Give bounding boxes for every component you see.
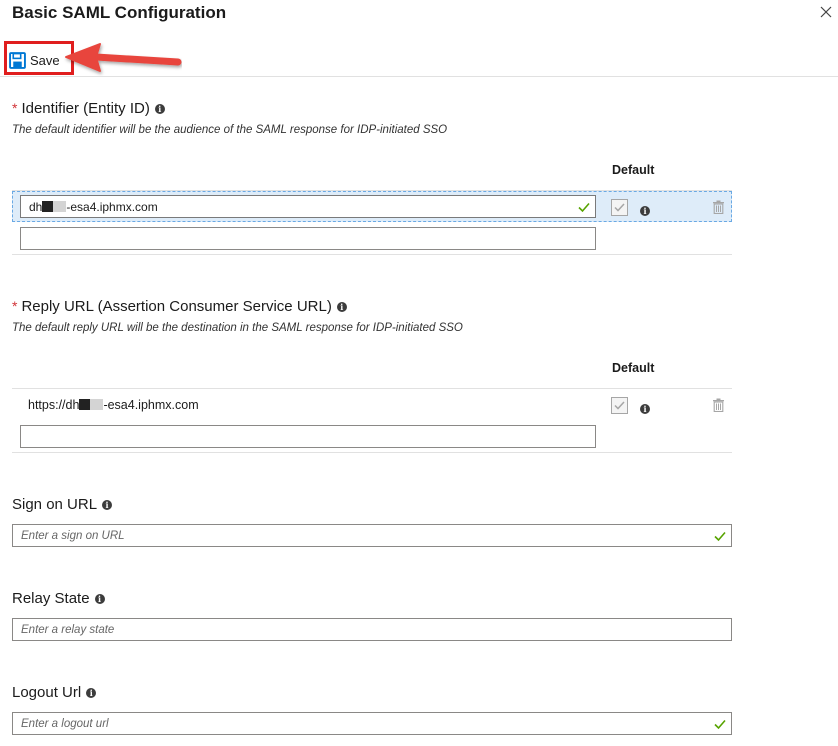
required-marker: * <box>12 298 18 314</box>
annotation-arrow <box>65 43 182 72</box>
identifier-description: The default identifier will be the audie… <box>12 124 448 136</box>
logout-url-placeholder: Enter a logout url <box>21 717 109 730</box>
info-icon[interactable]: i <box>154 103 165 114</box>
info-icon[interactable]: i <box>640 206 650 216</box>
checkmark-icon <box>614 401 625 410</box>
logout-url-title: Logout Url <box>12 684 82 701</box>
default-checkbox[interactable] <box>611 397 628 414</box>
info-icon[interactable]: i <box>640 404 650 414</box>
redaction-block <box>53 200 67 212</box>
reply-url-value[interactable]: https://dh -esa4.iphmx.com <box>28 398 199 412</box>
sign-on-url-placeholder: Enter a sign on URL <box>21 529 125 542</box>
logout-url-input[interactable]: Enter a logout url <box>12 712 732 735</box>
row-divider <box>12 452 732 453</box>
checkmark-icon <box>614 203 625 212</box>
row-divider <box>12 254 732 255</box>
identifier-new-input[interactable] <box>20 227 596 250</box>
relay-state-title: Relay State <box>12 590 90 607</box>
row-divider <box>12 388 732 389</box>
reply-url-value-suffix: -esa4.iphmx.com <box>103 398 199 412</box>
redaction-block <box>90 399 104 410</box>
valid-checkmark-icon <box>714 719 726 729</box>
identifier-value-suffix: -esa4.iphmx.com <box>66 199 158 214</box>
identifier-input[interactable]: dh -esa4.iphmx.com <box>20 195 596 218</box>
redaction-block <box>79 399 91 410</box>
logout-url-heading: Logout Url i <box>12 684 97 701</box>
reply-url-heading: * Reply URL (Assertion Consumer Service U… <box>12 298 347 315</box>
reply-url-default-header: Default <box>612 361 655 375</box>
close-icon[interactable] <box>818 4 834 20</box>
identifier-default-header: Default <box>612 163 655 177</box>
identifier-title: Identifier (Entity ID) <box>21 100 150 117</box>
relay-state-placeholder: Enter a relay state <box>21 623 115 636</box>
identifier-heading: * Identifier (Entity ID) i <box>12 100 165 117</box>
info-icon[interactable]: i <box>94 593 105 604</box>
sign-on-url-title: Sign on URL <box>12 496 98 513</box>
reply-url-value-prefix: https://dh <box>28 398 80 412</box>
reply-url-new-input[interactable] <box>20 425 596 448</box>
valid-checkmark-icon <box>714 531 726 541</box>
identifier-value-prefix: dh <box>29 199 43 214</box>
default-checkbox[interactable] <box>611 199 628 216</box>
trash-icon[interactable] <box>712 200 725 214</box>
relay-state-heading: Relay State i <box>12 590 105 607</box>
redaction-block <box>42 200 54 212</box>
info-icon[interactable]: i <box>336 301 347 312</box>
info-icon[interactable]: i <box>102 499 113 510</box>
info-icon[interactable]: i <box>86 687 97 698</box>
reply-url-description: The default reply URL will be the destin… <box>12 322 463 334</box>
toolbar-divider <box>0 76 838 77</box>
reply-url-title: Reply URL (Assertion Consumer Service UR… <box>21 298 332 315</box>
trash-icon[interactable] <box>712 398 725 412</box>
relay-state-input[interactable]: Enter a relay state <box>12 618 732 641</box>
valid-checkmark-icon <box>578 202 590 212</box>
required-marker: * <box>12 100 18 116</box>
sign-on-url-heading: Sign on URL i <box>12 496 113 513</box>
panel-title: Basic SAML Configuration <box>12 3 227 22</box>
sign-on-url-input[interactable]: Enter a sign on URL <box>12 524 732 547</box>
